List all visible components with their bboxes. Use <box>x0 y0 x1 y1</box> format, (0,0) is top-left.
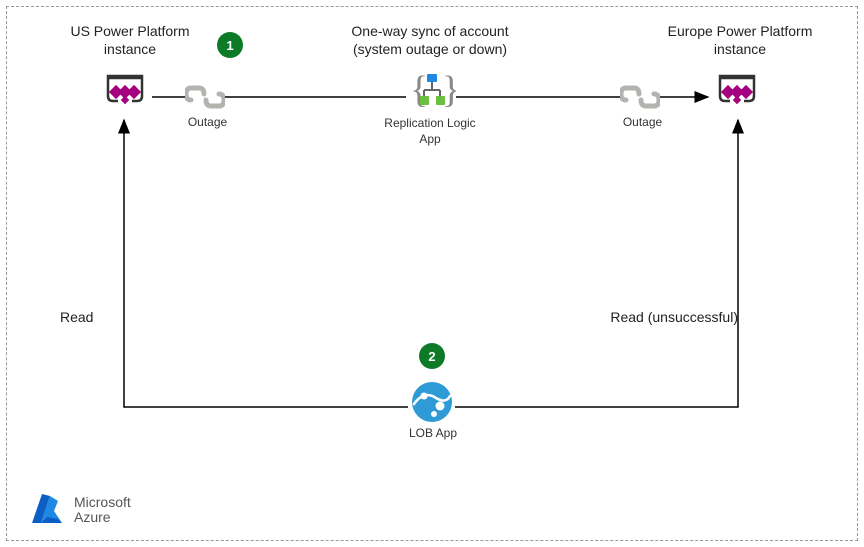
step-badge-2: 2 <box>419 343 445 369</box>
outage-right-label: Outage <box>615 115 670 131</box>
sync-line1: One-way sync of account <box>351 23 508 39</box>
read-right-label: Read (unsuccessful) <box>598 308 738 326</box>
app-service-icon <box>410 380 454 424</box>
us-title-line2: instance <box>104 41 156 57</box>
sync-line2: (system outage or down) <box>353 41 507 57</box>
power-platform-icon <box>100 66 150 116</box>
power-platform-icon <box>712 66 762 116</box>
sync-title: One-way sync of account (system outage o… <box>330 22 530 58</box>
broken-link-icon <box>620 82 660 112</box>
lob-caption: LOB App <box>398 426 468 442</box>
logic-app-icon: { } <box>406 70 456 115</box>
step-badge-1: 1 <box>217 32 243 58</box>
azure-logo-text: Microsoft Azure <box>74 495 131 526</box>
us-title-line1: US Power Platform <box>70 23 189 39</box>
us-power-platform-label: US Power Platform instance <box>60 22 200 58</box>
read-left-label: Read <box>60 308 120 326</box>
europe-power-platform-label: Europe Power Platform instance <box>655 22 825 58</box>
broken-link-icon <box>185 82 225 112</box>
eu-title-line2: instance <box>714 41 766 57</box>
azure-logo: Microsoft Azure <box>28 491 131 529</box>
azure-logo-icon <box>28 491 66 529</box>
badge-2-text: 2 <box>428 349 435 364</box>
eu-title-line1: Europe Power Platform <box>668 23 813 39</box>
outage-left-label: Outage <box>180 115 235 131</box>
replication-caption: Replication Logic App <box>380 116 480 147</box>
badge-1-text: 1 <box>226 38 233 53</box>
